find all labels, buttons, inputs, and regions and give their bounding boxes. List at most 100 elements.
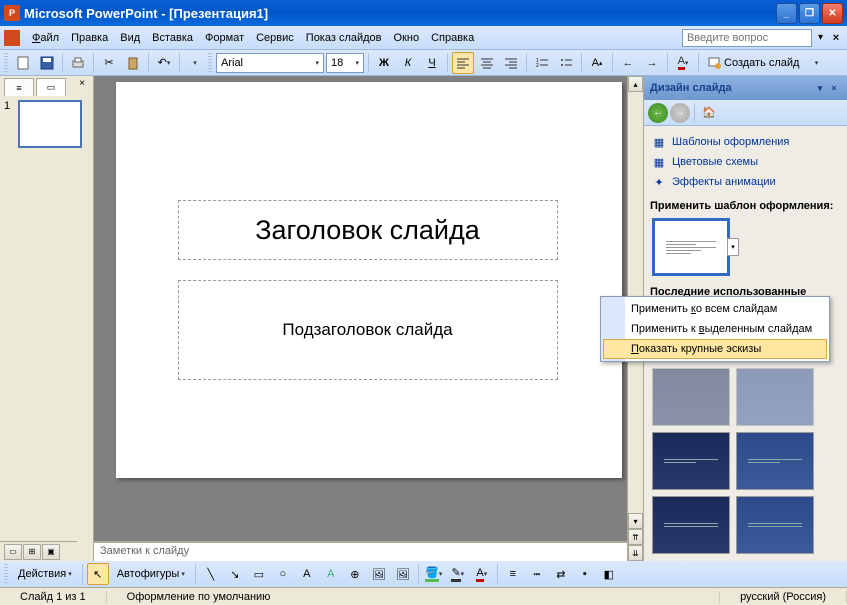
autoshapes-menu[interactable]: Автофигуры▾	[111, 566, 191, 582]
menu-format[interactable]: Формат	[199, 30, 250, 46]
align-left-button[interactable]	[452, 52, 474, 74]
3d-button[interactable]: ◧	[598, 563, 620, 585]
textbox-button[interactable]: A	[296, 563, 318, 585]
subtitle-placeholder[interactable]: Подзаголовок слайда	[178, 280, 558, 380]
decrease-indent-button[interactable]: ←	[617, 52, 639, 74]
toolbar-grip-2[interactable]	[208, 53, 212, 73]
pointer-button[interactable]: ↖	[87, 563, 109, 585]
print-button[interactable]	[67, 52, 89, 74]
cm-large-thumbs[interactable]: Показать крупные эскизы	[603, 339, 827, 359]
maximize-button[interactable]: ❐	[799, 3, 820, 24]
template-item[interactable]	[736, 432, 814, 490]
diagram-button[interactable]: ⊕	[344, 563, 366, 585]
thumbs-close-button[interactable]: ×	[79, 78, 89, 96]
doc-close-button[interactable]: ×	[829, 31, 843, 45]
scroll-down-icon[interactable]: ▾	[628, 513, 643, 529]
toolbar-options[interactable]: ▾	[184, 52, 206, 74]
slide-canvas[interactable]: Заголовок слайда Подзаголовок слайда	[116, 82, 622, 478]
arrow-style-button[interactable]: ⇄	[550, 563, 572, 585]
dash-style-button[interactable]: ┅	[526, 563, 548, 585]
scroll-up-icon[interactable]: ▴	[628, 76, 643, 92]
toolbar-options-2[interactable]: ▾	[805, 52, 827, 74]
line-color-button[interactable]: ✎▾	[447, 563, 469, 585]
numbering-button[interactable]: 12	[531, 52, 553, 74]
font-selector[interactable]: Arial▾	[216, 53, 324, 73]
next-slide-button[interactable]: ⇊	[628, 545, 643, 561]
close-button[interactable]: ✕	[822, 3, 843, 24]
align-center-button[interactable]	[476, 52, 498, 74]
thumbnails-pane: ≡ ▭ × 1 ▭ ⊞ ▣	[0, 76, 94, 561]
new-slide-button[interactable]: Создать слайд	[703, 52, 803, 74]
minimize-button[interactable]: _	[776, 3, 797, 24]
nav-forward-button[interactable]: →	[670, 103, 690, 123]
menu-view[interactable]: Вид	[114, 30, 146, 46]
shadow-button[interactable]: ▪	[574, 563, 596, 585]
increase-font-button[interactable]: A▴	[586, 52, 608, 74]
link-templates[interactable]: ▦Шаблоны оформления	[650, 132, 841, 152]
taskpane-close-button[interactable]: ×	[827, 83, 841, 93]
bold-button[interactable]: Ж	[373, 52, 395, 74]
link-effects[interactable]: ✦Эффекты анимации	[650, 172, 841, 192]
template-default[interactable]: ▾	[652, 218, 730, 276]
menu-slideshow[interactable]: Показ слайдов	[300, 30, 388, 46]
cm-apply-all[interactable]: Применить ко всем слайдам	[603, 299, 827, 319]
doc-minimize-icon[interactable]: ▾	[818, 32, 823, 43]
status-language[interactable]: русский (Россия)	[720, 591, 847, 603]
toolbar-grip[interactable]	[4, 53, 8, 73]
actions-menu[interactable]: Действия▾	[12, 566, 78, 582]
font-color-button-2[interactable]: A▾	[471, 563, 493, 585]
toolbar-grip-3[interactable]	[4, 564, 8, 584]
ask-question-input[interactable]	[682, 29, 812, 47]
title-placeholder[interactable]: Заголовок слайда	[178, 200, 558, 260]
menu-help[interactable]: Справка	[425, 30, 480, 46]
template-item[interactable]	[736, 368, 814, 426]
cm-apply-selected[interactable]: Применить к выделенным слайдам	[603, 319, 827, 339]
oval-button[interactable]: ○	[272, 563, 294, 585]
clipart-button[interactable]: 🖼	[368, 563, 390, 585]
font-size-selector[interactable]: 18▾	[326, 53, 364, 73]
increase-indent-button[interactable]: →	[641, 52, 663, 74]
browse-link[interactable]: 📁Обзор...	[650, 556, 841, 561]
template-item[interactable]	[652, 432, 730, 490]
underline-button[interactable]: Ч	[421, 52, 443, 74]
template-item[interactable]	[652, 496, 730, 554]
nav-home-button[interactable]: 🏠	[699, 103, 719, 123]
nav-back-button[interactable]: ←	[648, 103, 668, 123]
menu-tools[interactable]: Сервис	[250, 30, 300, 46]
normal-view-button[interactable]: ▭	[4, 544, 22, 560]
menu-edit[interactable]: Правка	[65, 30, 114, 46]
align-right-button[interactable]	[500, 52, 522, 74]
line-style-button[interactable]: ≡	[502, 563, 524, 585]
fill-color-button[interactable]: 🪣▾	[423, 563, 445, 585]
template-item[interactable]	[736, 496, 814, 554]
notes-input[interactable]: Заметки к слайду	[94, 541, 643, 561]
wordart-button[interactable]: A	[320, 563, 342, 585]
arrow-button[interactable]: ↘	[224, 563, 246, 585]
template-item[interactable]	[652, 368, 730, 426]
bullets-button[interactable]	[555, 52, 577, 74]
undo-button[interactable]: ↶▾	[153, 52, 175, 74]
link-colors[interactable]: ▦Цветовые схемы	[650, 152, 841, 172]
prev-slide-button[interactable]: ⇈	[628, 529, 643, 545]
menu-file[interactable]: Файл	[26, 30, 65, 46]
font-color-button[interactable]: A▾	[672, 52, 694, 74]
taskpane-dropdown-icon[interactable]: ▾	[813, 83, 827, 94]
menu-insert[interactable]: Вставка	[146, 30, 199, 46]
italic-button[interactable]: К	[397, 52, 419, 74]
slide-thumbnail[interactable]: 1	[4, 100, 89, 148]
outline-tab[interactable]: ≡	[4, 78, 34, 96]
picture-button[interactable]: 🖼	[392, 563, 414, 585]
template-dropdown-icon[interactable]: ▾	[727, 238, 739, 256]
line-button[interactable]: ╲	[200, 563, 222, 585]
cut-button[interactable]: ✂	[98, 52, 120, 74]
slideshow-view-button[interactable]: ▣	[42, 544, 60, 560]
doc-control-icon[interactable]	[4, 30, 20, 46]
subtitle-text: Подзаголовок слайда	[282, 320, 452, 340]
menu-window[interactable]: Окно	[388, 30, 426, 46]
sorter-view-button[interactable]: ⊞	[23, 544, 41, 560]
slides-tab[interactable]: ▭	[36, 78, 66, 96]
rectangle-button[interactable]: ▭	[248, 563, 270, 585]
save-button[interactable]	[36, 52, 58, 74]
paste-button[interactable]	[122, 52, 144, 74]
new-button[interactable]	[12, 52, 34, 74]
